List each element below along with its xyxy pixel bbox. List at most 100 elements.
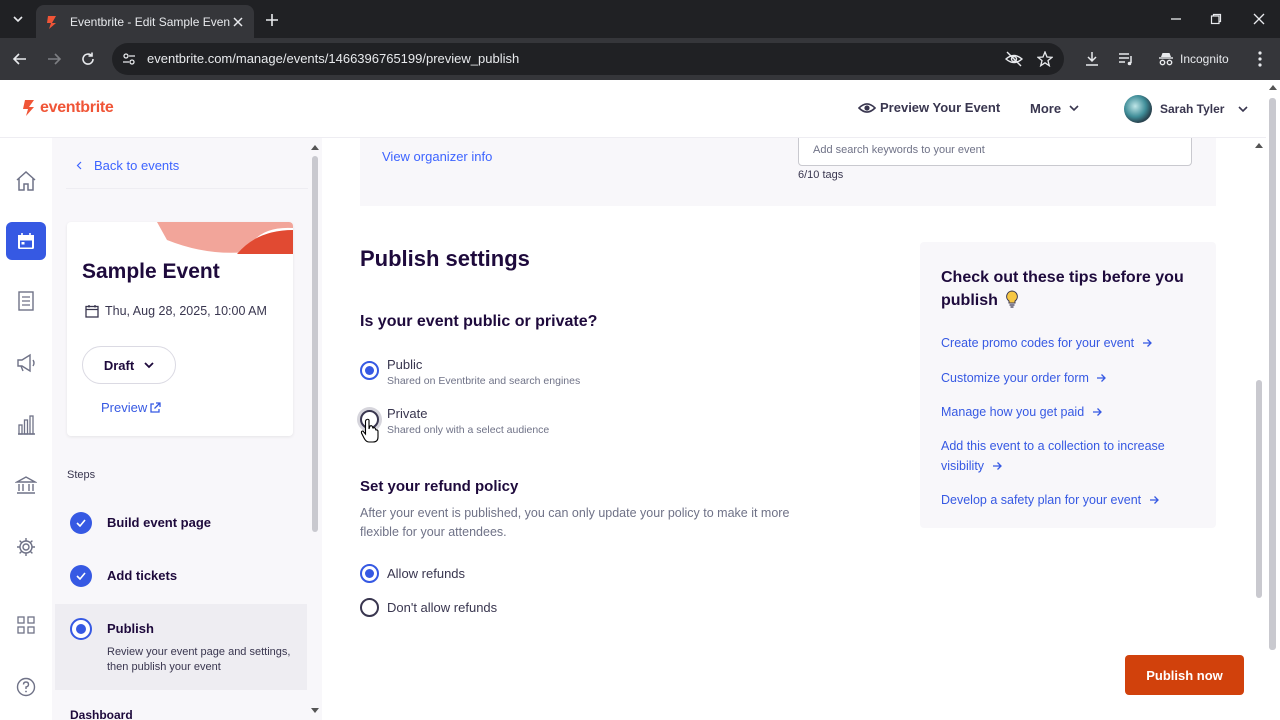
chevron-down-icon bbox=[144, 361, 154, 368]
tip-link-promo-codes[interactable]: Create promo codes for your event bbox=[941, 333, 1191, 353]
radio-text: Private Shared only with a select audien… bbox=[387, 406, 549, 436]
search-keywords-input[interactable]: Add search keywords to your event bbox=[798, 138, 1192, 166]
dashboard-link[interactable]: Dashboard bbox=[70, 708, 133, 720]
url-text: eventbrite.com/manage/events/14663967651… bbox=[147, 51, 520, 66]
status-dropdown[interactable]: Draft bbox=[82, 346, 176, 384]
preview-event-button[interactable]: Preview Your Event bbox=[858, 100, 1000, 115]
kebab-menu-icon bbox=[1258, 51, 1262, 67]
rail-events[interactable] bbox=[6, 222, 46, 260]
radio-button-checked[interactable] bbox=[360, 564, 379, 583]
radio-button[interactable] bbox=[360, 598, 379, 617]
visibility-question: Is your event public or private? bbox=[360, 313, 598, 330]
browser-menu-button[interactable] bbox=[1250, 49, 1270, 69]
back-button[interactable] bbox=[10, 49, 30, 69]
divider bbox=[66, 188, 308, 189]
rail-reports[interactable] bbox=[6, 406, 46, 444]
close-tab-icon[interactable] bbox=[230, 14, 246, 30]
organizer-keywords-section: View organizer info Add search keywords … bbox=[360, 138, 1216, 206]
tip-link-get-paid[interactable]: Manage how you get paid bbox=[941, 402, 1191, 422]
page-scrollbar[interactable] bbox=[1266, 80, 1280, 720]
reload-button[interactable] bbox=[78, 49, 98, 69]
gear-icon bbox=[17, 538, 35, 556]
page-scroll-thumb[interactable] bbox=[1269, 98, 1276, 650]
back-to-events-link[interactable]: Back to events bbox=[76, 158, 179, 173]
rail-orders[interactable] bbox=[6, 282, 46, 320]
tab-search-button[interactable] bbox=[6, 7, 30, 31]
tip-link-text: Add this event to a collection to increa… bbox=[941, 439, 1165, 473]
logo-text: eventbrite bbox=[40, 99, 114, 116]
tip-link-safety-plan[interactable]: Develop a safety plan for your event bbox=[941, 490, 1191, 510]
list-document-icon bbox=[18, 291, 34, 311]
home-icon bbox=[16, 170, 36, 191]
publish-now-button[interactable]: Publish now bbox=[1125, 655, 1244, 695]
main-scrollbar[interactable] bbox=[1252, 138, 1266, 720]
step-description: Review your event page and settings, the… bbox=[107, 646, 291, 673]
radio-allow-refunds[interactable]: Allow refunds bbox=[360, 564, 465, 583]
view-organizer-link[interactable]: View organizer info bbox=[382, 149, 492, 164]
rail-settings[interactable] bbox=[6, 528, 46, 566]
arrow-right-icon bbox=[48, 53, 62, 65]
back-to-events-label: Back to events bbox=[94, 158, 180, 173]
minimize-button[interactable] bbox=[1166, 10, 1186, 28]
user-menu-button[interactable]: Sarah Tyler bbox=[1124, 95, 1249, 123]
incognito-icon bbox=[1159, 53, 1173, 66]
eye-icon bbox=[858, 102, 876, 113]
close-window-button[interactable] bbox=[1249, 10, 1269, 28]
tips-title-text: Check out these tips before you publish bbox=[941, 269, 1184, 309]
megaphone-icon bbox=[17, 353, 35, 373]
rail-finance[interactable] bbox=[6, 466, 46, 504]
main-content: View organizer info Add search keywords … bbox=[322, 138, 1267, 720]
eye-off-icon[interactable] bbox=[1005, 50, 1023, 68]
star-icon[interactable] bbox=[1036, 50, 1054, 68]
help-icon bbox=[16, 677, 36, 697]
arrow-right-icon bbox=[992, 462, 1002, 470]
site-info-icon[interactable] bbox=[120, 50, 138, 68]
step-label: Publish bbox=[107, 621, 154, 636]
tip-link-collection[interactable]: Add this event to a collection to increa… bbox=[941, 436, 1191, 476]
radio-no-refunds[interactable]: Don't allow refunds bbox=[360, 598, 497, 617]
main-scroll-thumb[interactable] bbox=[1256, 380, 1262, 598]
rail-help[interactable] bbox=[6, 668, 46, 706]
eventbrite-logo-icon bbox=[23, 100, 34, 116]
tip-link-text: Develop a safety plan for your event bbox=[941, 493, 1142, 507]
restore-button[interactable] bbox=[1206, 10, 1226, 28]
rail-apps[interactable] bbox=[6, 606, 46, 644]
step-build-event-page[interactable]: Build event page bbox=[55, 506, 307, 540]
radio-button-checked[interactable] bbox=[360, 361, 379, 380]
eventbrite-logo[interactable]: eventbrite bbox=[22, 99, 114, 117]
media-button[interactable] bbox=[1116, 49, 1136, 69]
publish-settings-title: Publish settings bbox=[360, 246, 530, 271]
more-menu-button[interactable]: More bbox=[1030, 101, 1079, 116]
arrow-left-icon bbox=[12, 53, 26, 65]
browser-tab-bar: Eventbrite - Edit Sample Event bbox=[0, 0, 1280, 38]
sidebar-scroll-thumb[interactable] bbox=[312, 156, 318, 532]
hand-pointer-cursor-icon bbox=[360, 418, 379, 443]
new-tab-button[interactable] bbox=[262, 10, 282, 30]
incognito-indicator[interactable]: Incognito bbox=[1148, 43, 1240, 75]
scroll-up-arrow-icon bbox=[1255, 143, 1263, 148]
step-label: Add tickets bbox=[107, 568, 178, 583]
tips-title: Check out these tips before you publish bbox=[941, 266, 1203, 312]
downloads-button[interactable] bbox=[1082, 49, 1102, 69]
sidebar-scrollbar[interactable] bbox=[310, 142, 320, 720]
radio-text: Public Shared on Eventbrite and search e… bbox=[387, 357, 580, 387]
preview-link[interactable]: Preview bbox=[101, 400, 161, 415]
radio-public[interactable]: Public Shared on Eventbrite and search e… bbox=[360, 357, 580, 387]
rail-marketing[interactable] bbox=[6, 344, 46, 382]
tab-title: Eventbrite - Edit Sample Event bbox=[70, 14, 230, 29]
calendar-icon bbox=[18, 233, 34, 249]
tip-link-order-form[interactable]: Customize your order form bbox=[941, 368, 1191, 388]
radio-private[interactable]: Private Shared only with a select audien… bbox=[360, 406, 549, 436]
tip-link-text: Manage how you get paid bbox=[941, 405, 1085, 419]
close-icon bbox=[1253, 13, 1265, 25]
address-bar[interactable]: eventbrite.com/manage/events/14663967651… bbox=[112, 43, 1064, 75]
chevron-left-icon bbox=[76, 161, 82, 170]
step-publish[interactable]: Publish Review your event page and setti… bbox=[55, 604, 307, 690]
forward-button[interactable] bbox=[44, 49, 64, 69]
rail-home[interactable] bbox=[6, 162, 46, 200]
user-name: Sarah Tyler bbox=[1160, 102, 1225, 116]
plus-icon bbox=[266, 14, 278, 26]
step-add-tickets[interactable]: Add tickets bbox=[55, 559, 307, 593]
calendar-icon bbox=[85, 305, 99, 318]
browser-tab[interactable]: Eventbrite - Edit Sample Event bbox=[36, 5, 254, 38]
